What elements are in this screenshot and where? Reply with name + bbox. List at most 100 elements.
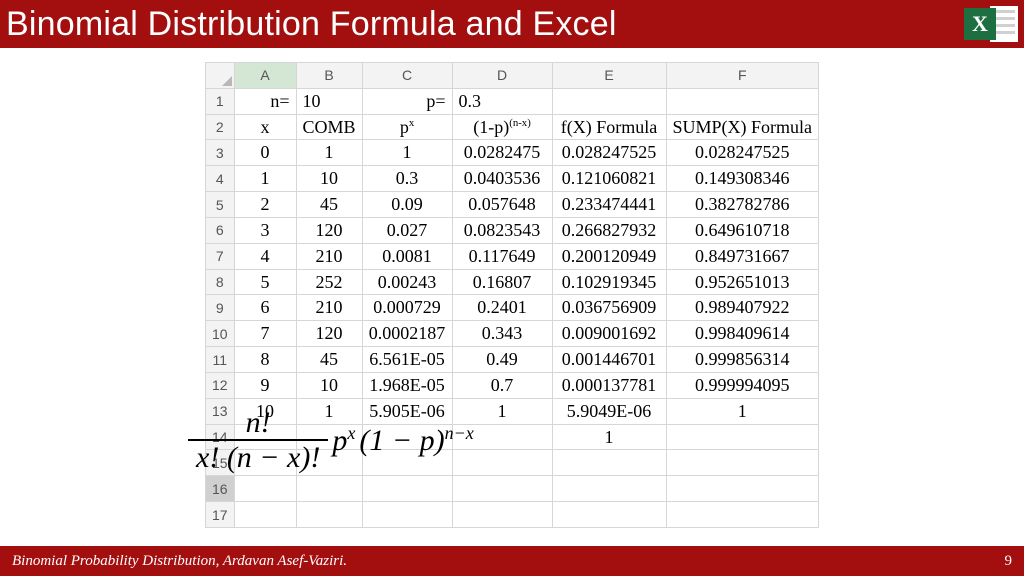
cell-fx[interactable]: 0.233474441 [552, 192, 666, 218]
cell-x[interactable]: 3 [234, 217, 296, 243]
p-label[interactable]: p= [362, 88, 452, 114]
col-header-D[interactable]: D [452, 63, 552, 89]
header-sump[interactable]: SUMP(X) Formula [666, 114, 819, 140]
cell-sump[interactable]: 0.028247525 [666, 140, 819, 166]
cell-qnx[interactable]: 0.16807 [452, 269, 552, 295]
cell-fx[interactable]: 0.036756909 [552, 295, 666, 321]
cell-px[interactable]: 0.0081 [362, 243, 452, 269]
cell[interactable] [452, 502, 552, 528]
cell[interactable] [234, 476, 296, 502]
cell-fx[interactable]: 0.028247525 [552, 140, 666, 166]
cell-px[interactable]: 0.027 [362, 217, 452, 243]
col-header-E[interactable]: E [552, 63, 666, 89]
cell-qnx[interactable]: 0.0823543 [452, 217, 552, 243]
row-header-4[interactable]: 4 [205, 166, 234, 192]
cell-fx[interactable]: 0.121060821 [552, 166, 666, 192]
n-value[interactable]: 10 [296, 88, 362, 114]
row-header-11[interactable]: 11 [205, 347, 234, 373]
row-header-6[interactable]: 6 [205, 217, 234, 243]
header-qnx[interactable]: (1-p)(n-x) [452, 114, 552, 140]
cell-px[interactable]: 0.000729 [362, 295, 452, 321]
row-header-9[interactable]: 9 [205, 295, 234, 321]
row-header-12[interactable]: 12 [205, 372, 234, 398]
cell-px[interactable]: 0.00243 [362, 269, 452, 295]
row-header-3[interactable]: 3 [205, 140, 234, 166]
cell-fx[interactable]: 0.001446701 [552, 347, 666, 373]
cell[interactable] [666, 502, 819, 528]
cell[interactable]: 1 [552, 424, 666, 450]
cell[interactable] [666, 476, 819, 502]
cell-comb[interactable]: 10 [296, 372, 362, 398]
cell-sump[interactable]: 0.849731667 [666, 243, 819, 269]
header-x[interactable]: x [234, 114, 296, 140]
cell-x[interactable]: 7 [234, 321, 296, 347]
row-header-17[interactable]: 17 [205, 502, 234, 528]
cell-qnx[interactable]: 0.0403536 [452, 166, 552, 192]
cell-comb[interactable]: 45 [296, 192, 362, 218]
cell-sump[interactable]: 0.998409614 [666, 321, 819, 347]
cell-x[interactable]: 1 [234, 166, 296, 192]
cell-comb[interactable]: 1 [296, 140, 362, 166]
cell-sump[interactable]: 0.999856314 [666, 347, 819, 373]
cell[interactable] [234, 502, 296, 528]
cell-px[interactable]: 6.561E-05 [362, 347, 452, 373]
cell-comb[interactable]: 210 [296, 243, 362, 269]
cell-px[interactable]: 0.09 [362, 192, 452, 218]
cell-sump[interactable]: 1 [666, 398, 819, 424]
cell-x[interactable]: 9 [234, 372, 296, 398]
cell-comb[interactable]: 120 [296, 217, 362, 243]
cell-comb[interactable]: 10 [296, 166, 362, 192]
cell[interactable] [666, 450, 819, 476]
cell[interactable] [666, 424, 819, 450]
cell[interactable] [552, 502, 666, 528]
cell-fx[interactable]: 5.9049E-06 [552, 398, 666, 424]
cell[interactable] [296, 476, 362, 502]
cell-px[interactable]: 0.0002187 [362, 321, 452, 347]
p-value[interactable]: 0.3 [452, 88, 552, 114]
cell-px[interactable]: 1.968E-05 [362, 372, 452, 398]
cell-fx[interactable]: 0.266827932 [552, 217, 666, 243]
cell-fx[interactable]: 0.102919345 [552, 269, 666, 295]
row-header-5[interactable]: 5 [205, 192, 234, 218]
cell-qnx[interactable]: 0.057648 [452, 192, 552, 218]
n-label[interactable]: n= [234, 88, 296, 114]
select-all-corner[interactable] [205, 63, 234, 89]
col-header-B[interactable]: B [296, 63, 362, 89]
cell[interactable] [452, 476, 552, 502]
cell-comb[interactable]: 210 [296, 295, 362, 321]
col-header-C[interactable]: C [362, 63, 452, 89]
cell-sump[interactable]: 0.989407922 [666, 295, 819, 321]
row-header-8[interactable]: 8 [205, 269, 234, 295]
cell-sump[interactable]: 0.999994095 [666, 372, 819, 398]
cell-comb[interactable]: 45 [296, 347, 362, 373]
row-header-10[interactable]: 10 [205, 321, 234, 347]
cell-x[interactable]: 4 [234, 243, 296, 269]
cell[interactable] [666, 88, 819, 114]
cell-qnx[interactable]: 0.7 [452, 372, 552, 398]
cell-qnx[interactable]: 0.49 [452, 347, 552, 373]
cell-fx[interactable]: 0.009001692 [552, 321, 666, 347]
cell-x[interactable]: 6 [234, 295, 296, 321]
cell[interactable] [552, 450, 666, 476]
cell-sump[interactable]: 0.149308346 [666, 166, 819, 192]
header-comb[interactable]: COMB [296, 114, 362, 140]
cell-qnx[interactable]: 0.0282475 [452, 140, 552, 166]
cell[interactable] [362, 476, 452, 502]
cell-qnx[interactable]: 0.117649 [452, 243, 552, 269]
cell[interactable] [552, 88, 666, 114]
cell-sump[interactable]: 0.649610718 [666, 217, 819, 243]
cell-x[interactable]: 8 [234, 347, 296, 373]
cell-x[interactable]: 0 [234, 140, 296, 166]
cell-comb[interactable]: 252 [296, 269, 362, 295]
row-header-1[interactable]: 1 [205, 88, 234, 114]
col-header-F[interactable]: F [666, 63, 819, 89]
cell-px[interactable]: 1 [362, 140, 452, 166]
row-header-2[interactable]: 2 [205, 114, 234, 140]
cell[interactable] [362, 502, 452, 528]
cell-qnx[interactable]: 0.343 [452, 321, 552, 347]
header-px[interactable]: px [362, 114, 452, 140]
cell-comb[interactable]: 120 [296, 321, 362, 347]
col-header-A[interactable]: A [234, 63, 296, 89]
cell-sump[interactable]: 0.952651013 [666, 269, 819, 295]
cell-fx[interactable]: 0.200120949 [552, 243, 666, 269]
